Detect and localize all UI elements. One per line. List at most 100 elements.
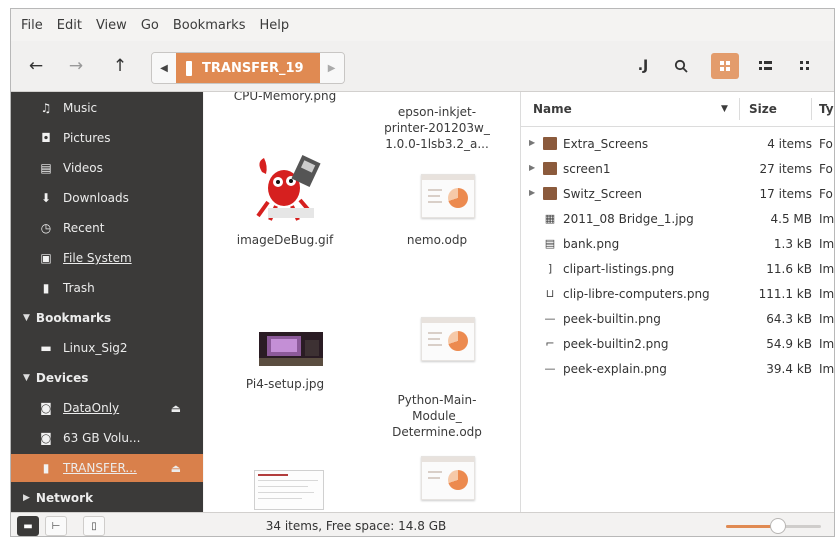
sidebar-item-videos[interactable]: ▤ Videos — [11, 154, 203, 182]
back-button[interactable]: ← — [23, 53, 49, 79]
image-file-icon: ⊔ — [545, 287, 555, 300]
image-file-icon: ⌐ — [545, 337, 555, 350]
sidebar-item-recent[interactable]: ◷ Recent — [11, 214, 203, 242]
column-divider[interactable] — [739, 98, 740, 120]
sidebar-item-dataonly[interactable]: ◙ DataOnly ⏏ — [11, 394, 203, 422]
list-view-icon — [800, 61, 809, 70]
search-button[interactable] — [667, 53, 695, 79]
expander-icon[interactable]: ▶ — [529, 163, 535, 172]
menu-file[interactable]: File — [11, 18, 50, 33]
odp-thumbnail[interactable] — [421, 456, 475, 500]
path-crumb-label: TRANSFER_19 — [202, 60, 304, 76]
list-row-screen1[interactable]: ▶ screen1 27 items Fo — [521, 157, 834, 181]
row-type: Im — [819, 312, 835, 326]
column-header-size[interactable]: Size — [749, 92, 777, 126]
sidebar-item-linux-sig2[interactable]: ▬ Linux_Sig2 — [11, 334, 203, 362]
sidebar-item-label: Videos — [63, 161, 103, 175]
sidebar-item-label: Trash — [63, 281, 95, 295]
list-row-bridge-jpg[interactable]: ▦ 2011_08 Bridge_1.jpg 4.5 MB Im — [521, 207, 835, 231]
image-file-icon: — — [544, 312, 556, 325]
eject-icon[interactable]: ⏏ — [171, 402, 181, 415]
file-name: nemo.odp — [406, 233, 468, 247]
sidebar-section-network[interactable]: ▶ Network — [11, 484, 203, 512]
list-row-clipart-listings[interactable]: ] clipart-listings.png 11.6 kB Im — [521, 257, 834, 281]
row-size: 1.3 kB — [773, 237, 812, 251]
compact-list-icon — [758, 61, 772, 70]
expander-icon[interactable]: ▶ — [529, 138, 535, 147]
list-row-peek-builtin[interactable]: — peek-builtin.png 64.3 kB Im — [521, 307, 835, 331]
open-terminal-button[interactable]: .J — [629, 53, 657, 79]
search-icon — [674, 59, 688, 73]
up-arrow-icon: ↑ — [112, 56, 128, 76]
sidebar-header-label: Bookmarks — [35, 311, 112, 325]
list-row-clip-libre-computers[interactable]: ⊔ clip-libre-computers.png 111.1 kB Im — [521, 282, 834, 306]
python-main-odp-thumbnail[interactable] — [421, 317, 475, 361]
grid-item-cpu-memory[interactable]: CPU-Memory.png — [210, 92, 360, 104]
grid-item-imagedebug[interactable]: imageDeBug.gif — [210, 232, 360, 248]
list-row-bank-png[interactable]: ▤ bank.png 1.3 kB Im — [521, 232, 834, 256]
path-scroll-left-button[interactable]: ◀ — [152, 53, 176, 83]
slide-text-line — [428, 332, 442, 334]
sidebar-section-devices[interactable]: ▼ Devices — [11, 364, 203, 392]
music-icon: ♫ — [40, 101, 52, 115]
sidebar-item-trash[interactable]: ▮ Trash — [11, 274, 203, 302]
sidebar-section-bookmarks[interactable]: ▼ Bookmarks — [11, 304, 203, 332]
sidebar-item-file-system[interactable]: ▣ File System — [11, 244, 203, 272]
sidebar-item-63gb-volume[interactable]: ◙ 63 GB Volu... — [11, 424, 203, 452]
column-header-name[interactable]: Name ▼ — [533, 92, 733, 126]
row-name: screen1 — [563, 162, 611, 176]
grid-view-button[interactable] — [711, 53, 739, 79]
menu-go[interactable]: Go — [134, 18, 166, 33]
column-divider[interactable] — [811, 98, 812, 120]
sidebar-item-transfer[interactable]: ▮ TRANSFER... ⏏ — [11, 454, 203, 482]
zoom-slider-handle[interactable] — [770, 518, 787, 534]
sidebar-item-pictures[interactable]: ◘ Pictures — [11, 124, 203, 152]
compact-list-view-button[interactable] — [751, 53, 779, 79]
grid-item-epson-inkjet[interactable]: epson-inkjet- printer-201203w_ 1.0.0-1ls… — [362, 92, 512, 168]
row-type: Im — [819, 212, 835, 226]
grid-item-nemo-odp[interactable]: nemo.odp — [362, 232, 512, 248]
usb-drive-icon — [186, 60, 192, 76]
row-size: 27 items — [759, 162, 812, 176]
slide-text-line — [428, 344, 442, 346]
row-size: 54.9 kB — [766, 337, 812, 351]
sidebar-header-label: Devices — [35, 371, 89, 385]
list-row-extra-screens[interactable]: ▶ Extra_Screens 4 items Fo — [521, 132, 834, 156]
list-row-peek-explain[interactable]: — peek-explain.png 39.4 kB Im — [521, 357, 835, 381]
forward-button[interactable]: → — [63, 53, 89, 79]
path-scroll-right-button[interactable]: ▶ — [319, 53, 344, 83]
row-size: 17 items — [759, 187, 812, 201]
chevron-right-icon: ▶ — [23, 493, 30, 503]
chevron-left-icon: ◀ — [160, 62, 168, 74]
list-view-button[interactable] — [791, 53, 819, 79]
grid-item-pi4-setup[interactable]: Pi4-setup.jpg — [210, 376, 360, 392]
list-row-switz-screen[interactable]: ▶ Switz_Screen 17 items Fo — [521, 182, 834, 206]
drive-icon: ◙ — [40, 431, 52, 445]
up-button[interactable]: ↑ — [107, 53, 133, 79]
sidebar-item-label: Music — [63, 101, 98, 115]
eject-icon[interactable]: ⏏ — [171, 462, 181, 475]
chevron-right-icon: ▶ — [327, 62, 336, 74]
grid-item-python-main-module[interactable]: Python-Main- Module_ Determine.odp — [362, 376, 512, 456]
menu-help[interactable]: Help — [252, 18, 296, 33]
row-size: 111.1 kB — [758, 287, 812, 301]
nemo-odp-thumbnail[interactable] — [421, 174, 475, 218]
column-header-type[interactable]: Ty — [819, 92, 834, 126]
menu-view[interactable]: View — [89, 18, 134, 33]
spreadsheet-thumbnail[interactable] — [254, 470, 324, 510]
status-bar: ▬ ⊢ ▯ 34 items, Free space: 14.8 GB — [11, 512, 834, 536]
sidebar-item-downloads[interactable]: ⬇ Downloads — [11, 184, 203, 212]
row-name: clip-libre-computers.png — [563, 287, 710, 301]
sidebar-item-music[interactable]: ♫ Music — [11, 94, 203, 122]
imagedebug-thumbnail[interactable] — [254, 152, 326, 222]
pi4-setup-thumbnail[interactable] — [259, 332, 323, 366]
file-manager-window: File Edit View Go Bookmarks Help ← → ↑ ◀… — [10, 8, 835, 537]
menu-edit[interactable]: Edit — [50, 18, 89, 33]
grid-view-icon — [720, 61, 730, 71]
expander-icon[interactable]: ▶ — [529, 188, 535, 197]
filesystem-icon: ▣ — [40, 251, 52, 265]
menu-bookmarks[interactable]: Bookmarks — [166, 18, 253, 33]
path-crumb-transfer[interactable]: TRANSFER_19 — [176, 53, 320, 83]
file-name: imageDeBug.gif — [236, 233, 334, 247]
list-row-peek-builtin2[interactable]: ⌐ peek-builtin2.png 54.9 kB Im — [521, 332, 834, 356]
